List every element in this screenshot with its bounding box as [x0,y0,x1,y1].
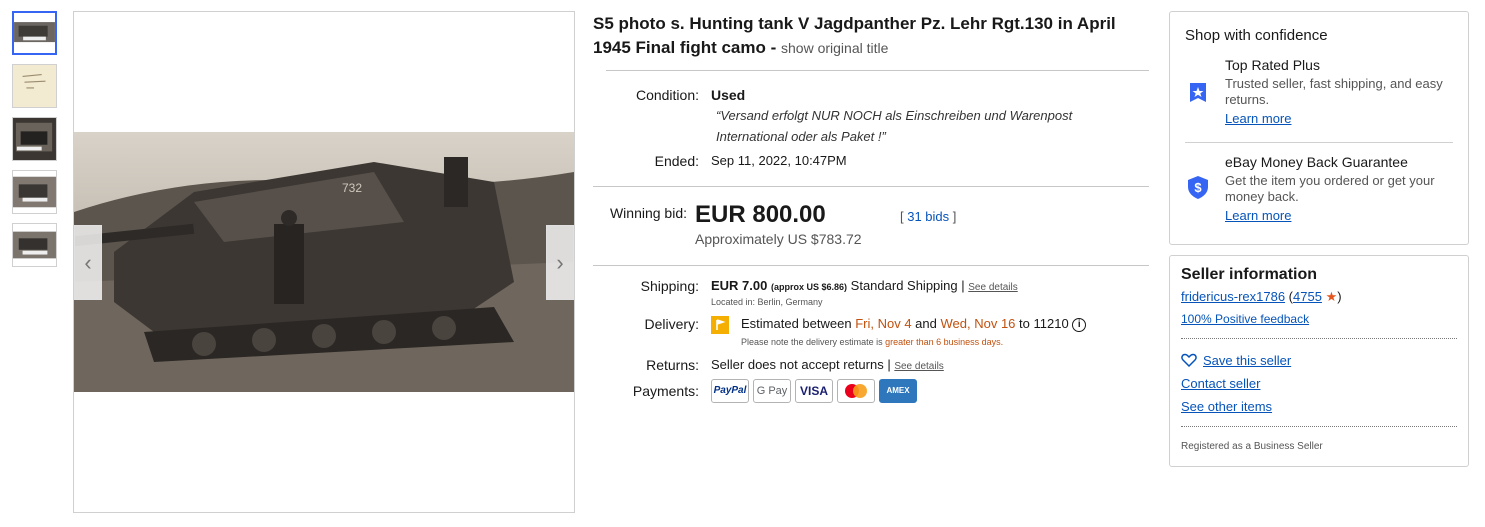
seller-line: fridericus-rex1786 (4755 ★) [1181,289,1342,304]
google-pay-icon: G Pay [753,378,791,403]
svg-text:732: 732 [342,181,362,195]
registered-business-seller: Registered as a Business Seller [1181,441,1323,452]
contact-seller-link[interactable]: Contact seller [1181,376,1260,391]
thumbnail-strip [12,11,57,276]
shield-dollar-icon: $ [1188,176,1208,199]
thumbnail-1[interactable] [12,11,57,55]
delivery-note: Please note the delivery estimate is [741,336,883,347]
seller-heading: Seller information [1181,266,1318,283]
top-rated-desc: Trusted seller, fast shipping, and easy … [1225,76,1443,107]
winning-price: EUR 800.00 [695,201,826,228]
save-seller-link[interactable]: Save this seller [1181,353,1291,368]
contact-seller-text: Contact seller [1181,376,1261,391]
shipping-row: Shipping: EUR 7.00 (approx US $6.86) Sta… [593,278,1153,307]
save-seller-text: Save this seller [1203,353,1292,368]
bids-link[interactable]: 31 bids [907,209,949,224]
flag-icon [711,316,729,334]
top-rated-badge-icon [1190,83,1206,102]
main-photo[interactable]: 732 fridericus-rex1786 [74,132,574,392]
delivery-row: Delivery: Estimated between Fri, Nov 4 a… [593,316,1153,347]
amex-icon: AMEX [879,378,917,403]
winning-bid-label: Winning bid: [609,205,687,221]
svg-text:$: $ [1194,180,1202,195]
delivery-and: and [915,316,937,331]
divider [593,265,1149,266]
thumbnail-2[interactable] [12,64,57,108]
top-rated-learn-more-link[interactable]: Learn more [1225,111,1291,126]
shipping-label: Shipping: [640,278,699,294]
thumbnail-3[interactable] [12,117,57,161]
delivery-label: Delivery: [644,316,699,332]
divider [1185,142,1453,143]
confidence-heading: Shop with confidence [1185,27,1328,44]
star-icon: ★ [1325,289,1338,304]
delivery-to: Wed, Nov 16 [940,316,1016,331]
see-other-items-link[interactable]: See other items [1181,399,1272,414]
approx-price: Approximately US $783.72 [695,231,862,247]
shipping-price: EUR 7.00 [711,278,768,293]
visa-icon: VISA [795,378,833,403]
returns-row: Returns: Seller does not accept returns … [593,357,1153,373]
condition-label: Condition: [635,87,699,103]
delivery-zip: to 11210 [1019,316,1069,331]
chevron-left-icon: ‹ [84,249,92,275]
delivery-from: Fri, Nov 4 [855,316,912,331]
ended-row: Ended: Sep 11, 2022, 10:47PM [593,153,1153,169]
item-title: S5 photo s. Hunting tank V Jagdpanther P… [593,12,1153,60]
mbg-desc: Get the item you ordered or get your mon… [1225,173,1435,204]
seller-name-link[interactable]: fridericus-rex1786 [1181,289,1285,304]
divider [593,186,1149,187]
see-other-items-text: See other items [1181,399,1273,414]
payments-row: Payments: PayPal G Pay VISA mastercard A… [593,378,1153,403]
returns-label: Returns: [646,356,699,373]
shipping-see-details-link[interactable]: See details [968,282,1017,293]
returns-see-details-link[interactable]: See details [894,361,943,372]
shipping-method: Standard Shipping [850,278,958,293]
positive-feedback-link[interactable]: 100% Positive feedback [1181,312,1309,326]
next-image-button[interactable]: › [546,225,574,300]
ended-label: Ended: [654,153,699,169]
bids-count: [ 31 bids ] [900,209,957,224]
dotted-divider [1181,426,1457,427]
heart-icon [1181,353,1197,368]
condition-row: Condition: Used [593,87,1153,103]
condition-value: Used [711,87,746,103]
show-original-title-link[interactable]: show original title [781,40,888,56]
image-viewer: 732 fridericus-rex1786 ‹ › [73,11,575,513]
feedback-count-link[interactable]: 4755 [1293,289,1322,304]
dotted-divider [1181,338,1457,339]
mbg-title: eBay Money Back Guarantee [1225,154,1408,170]
chevron-right-icon: › [556,249,564,275]
shop-with-confidence-card: Shop with confidence Top Rated Plus Trus… [1169,11,1469,245]
seller-info-card: Seller information fridericus-rex1786 (4… [1169,255,1469,467]
delivery-pre: Estimated between [741,316,852,331]
ended-value: Sep 11, 2022, 10:47PM [711,153,847,168]
positive-feedback-text: 100% Positive feedback [1181,312,1310,326]
paypal-icon: PayPal [711,378,749,403]
money-back-section: eBay Money Back Guarantee Get the item y… [1225,154,1455,223]
winning-bid-row: Winning bid: EUR 800.00 Approximately US… [593,201,1153,247]
seller-note: “Versand erfolgt NUR NOCH als Einschreib… [716,108,1073,144]
mbg-learn-more-link[interactable]: Learn more [1225,208,1291,223]
item-details: S5 photo s. Hunting tank V Jagdpanther P… [593,12,1153,403]
thumbnail-5[interactable] [12,223,57,267]
info-icon[interactable]: i [1072,317,1087,332]
returns-value: Seller does not accept returns [711,356,884,372]
divider [606,70,1149,71]
delivery-note-highlight: greater than 6 business days. [885,336,1004,347]
top-rated-title: Top Rated Plus [1225,57,1320,73]
shipping-approx: (approx US $6.86) [771,282,848,292]
top-rated-section: Top Rated Plus Trusted seller, fast ship… [1225,57,1455,126]
item-location: Located in: Berlin, Germany [711,297,823,307]
thumbnail-4[interactable] [12,170,57,214]
payments-label: Payments: [632,382,699,399]
mastercard-icon: mastercard [837,378,875,403]
previous-image-button[interactable]: ‹ [74,225,102,300]
